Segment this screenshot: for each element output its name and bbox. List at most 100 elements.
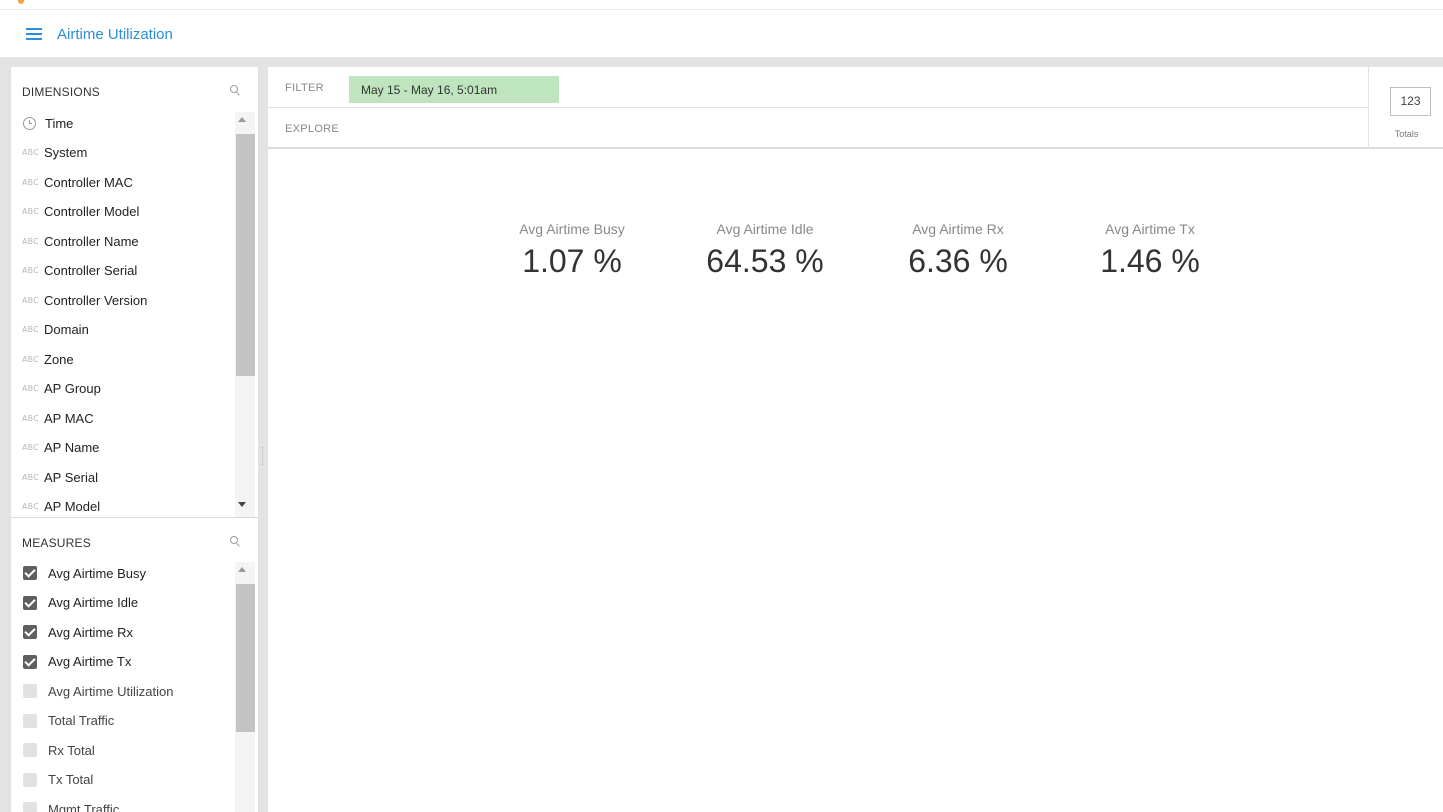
checkbox-checked-icon[interactable] xyxy=(23,595,37,610)
dimension-item[interactable]: ABC AP Group xyxy=(22,379,227,399)
page-title: Airtime Utilization xyxy=(57,26,173,43)
dimension-item[interactable]: ABC Controller MAC xyxy=(22,172,227,192)
string-type-icon: ABC xyxy=(22,413,40,423)
dimensions-search-icon[interactable] xyxy=(230,85,241,96)
checkbox-unchecked-icon[interactable] xyxy=(23,684,37,698)
dimensions-scrollbar-thumb[interactable] xyxy=(236,134,255,376)
string-type-icon: ABC xyxy=(22,472,40,482)
dimension-item[interactable]: ABC Controller Serial xyxy=(22,261,227,281)
checkbox-unchecked-icon[interactable] xyxy=(23,743,37,757)
measure-label: Avg Airtime Utilization xyxy=(48,683,174,699)
measure-label: Avg Airtime Idle xyxy=(48,595,139,610)
totals-icon: 123 xyxy=(1390,87,1431,116)
metric-tile: Avg Airtime Rx 6.36 % xyxy=(868,221,1048,280)
string-type-icon: ABC xyxy=(22,295,40,305)
measures-scrollbar-thumb[interactable] xyxy=(236,584,255,732)
filter-label: FILTER xyxy=(285,82,324,94)
metric-label: Avg Airtime Tx xyxy=(1105,221,1195,237)
measure-item[interactable]: Avg Airtime Busy xyxy=(22,563,227,583)
dimension-label: AP Name xyxy=(44,440,100,455)
dimension-label: Domain xyxy=(44,322,89,337)
metric-tile: Avg Airtime Idle 64.53 % xyxy=(675,221,855,280)
measure-item[interactable]: Rx Total xyxy=(22,740,227,760)
hamburger-menu-icon[interactable] xyxy=(26,28,42,40)
measure-item[interactable]: Tx Total xyxy=(22,770,227,790)
resize-grip-icon[interactable] xyxy=(262,447,264,465)
dimensions-scroll-up-icon[interactable] xyxy=(238,117,246,122)
dimensions-list: Time ABC System ABC Controller MAC ABC Control… xyxy=(22,113,234,514)
metric-value: 1.46 % xyxy=(1100,243,1200,279)
dimension-label: AP Model xyxy=(44,499,101,513)
panel-resizer[interactable] xyxy=(259,67,268,812)
checkbox-checked-icon[interactable] xyxy=(23,654,37,669)
explore-bar[interactable]: EXPLORE xyxy=(268,108,1368,149)
measure-label: Rx Total xyxy=(48,742,95,758)
brand-mark xyxy=(18,0,24,4)
string-type-icon: ABC xyxy=(22,236,40,246)
dimension-label: AP Serial xyxy=(44,469,98,485)
checkbox-unchecked-icon[interactable] xyxy=(23,802,37,812)
string-type-icon: ABC xyxy=(22,502,40,511)
dimension-item[interactable]: ABC Controller Model xyxy=(22,202,227,222)
checkbox-checked-icon[interactable] xyxy=(23,625,37,639)
filter-bar: FILTER May 15 - May 16, 5:01am xyxy=(268,67,1368,108)
dimension-label: Controller Serial xyxy=(44,263,138,278)
totals-view-button[interactable]: 123 Totals xyxy=(1368,67,1443,149)
metric-value: 6.36 % xyxy=(908,243,1008,279)
dimensions-heading: DIMENSIONS xyxy=(22,85,101,99)
measures-search-icon[interactable] xyxy=(230,536,241,547)
dimension-item[interactable]: ABC System xyxy=(22,143,227,163)
metric-value: 1.07 % xyxy=(522,243,622,279)
dimension-item[interactable]: ABC AP Serial xyxy=(22,467,227,487)
measure-item[interactable]: Mgmt Traffic xyxy=(22,799,227,812)
dimension-label: Controller Model xyxy=(44,204,140,219)
dimension-label: AP MAC xyxy=(44,410,94,426)
dimension-label: Time xyxy=(45,115,74,131)
dimension-item[interactable]: ABC AP MAC xyxy=(22,408,227,428)
metric-value: 64.53 % xyxy=(706,243,824,279)
checkbox-unchecked-icon[interactable] xyxy=(23,772,37,787)
panel-divider xyxy=(10,517,259,518)
measure-item[interactable]: Avg Airtime Rx xyxy=(22,622,227,642)
metric-label: Avg Airtime Rx xyxy=(912,221,1004,237)
measure-label: Mgmt Traffic xyxy=(48,801,120,812)
main-area: FILTER May 15 - May 16, 5:01am EXPLORE 1… xyxy=(268,67,1443,812)
measure-label: Avg Airtime Busy xyxy=(48,565,147,581)
measure-label: Avg Airtime Rx xyxy=(48,624,134,640)
totals-label: Totals xyxy=(1394,129,1419,139)
string-type-icon: ABC xyxy=(22,443,40,452)
dimension-item[interactable]: ABC Controller Version xyxy=(22,290,227,310)
checkbox-unchecked-icon[interactable] xyxy=(23,713,37,728)
measure-label: Total Traffic xyxy=(48,713,115,728)
dimension-label: AP Group xyxy=(44,381,101,396)
dimension-item[interactable]: ABC AP Model xyxy=(22,497,227,513)
measures-scroll-up-icon[interactable] xyxy=(238,567,246,572)
metric-tile: Avg Airtime Tx 1.46 % xyxy=(1060,221,1240,280)
dimension-item[interactable]: Time xyxy=(22,113,227,133)
dimension-label: Zone xyxy=(44,351,74,367)
top-strip xyxy=(0,0,1443,10)
measure-item[interactable]: Total Traffic xyxy=(22,711,227,731)
string-type-icon: ABC xyxy=(22,266,40,275)
dimension-item[interactable]: ABC AP Name xyxy=(22,438,227,458)
clock-icon xyxy=(23,116,36,130)
dimension-label: Controller Version xyxy=(44,292,148,308)
measure-item[interactable]: Avg Airtime Utilization xyxy=(22,681,227,701)
page-header: Airtime Utilization xyxy=(0,11,1443,57)
measures-list: Avg Airtime Busy Avg Airtime Idle Avg Airt… xyxy=(22,563,234,812)
dimension-item[interactable]: ABC Controller Name xyxy=(22,231,227,251)
measure-item[interactable]: Avg Airtime Tx xyxy=(22,652,227,672)
checkbox-checked-icon[interactable] xyxy=(23,566,37,580)
measure-label: Tx Total xyxy=(48,772,94,787)
metric-label: Avg Airtime Busy xyxy=(519,221,625,237)
dimension-label: Controller Name xyxy=(44,233,139,249)
dimension-label: Controller MAC xyxy=(44,174,133,190)
dimensions-scroll-down-icon[interactable] xyxy=(238,502,246,507)
measure-item[interactable]: Avg Airtime Idle xyxy=(22,593,227,613)
header-divider xyxy=(0,57,1443,67)
explore-label: EXPLORE xyxy=(285,123,340,135)
dimension-item[interactable]: ABC Domain xyxy=(22,320,227,340)
filter-time-chip[interactable]: May 15 - May 16, 5:01am xyxy=(349,76,559,103)
measure-label: Avg Airtime Tx xyxy=(48,654,132,669)
dimension-item[interactable]: ABC Zone xyxy=(22,349,227,369)
